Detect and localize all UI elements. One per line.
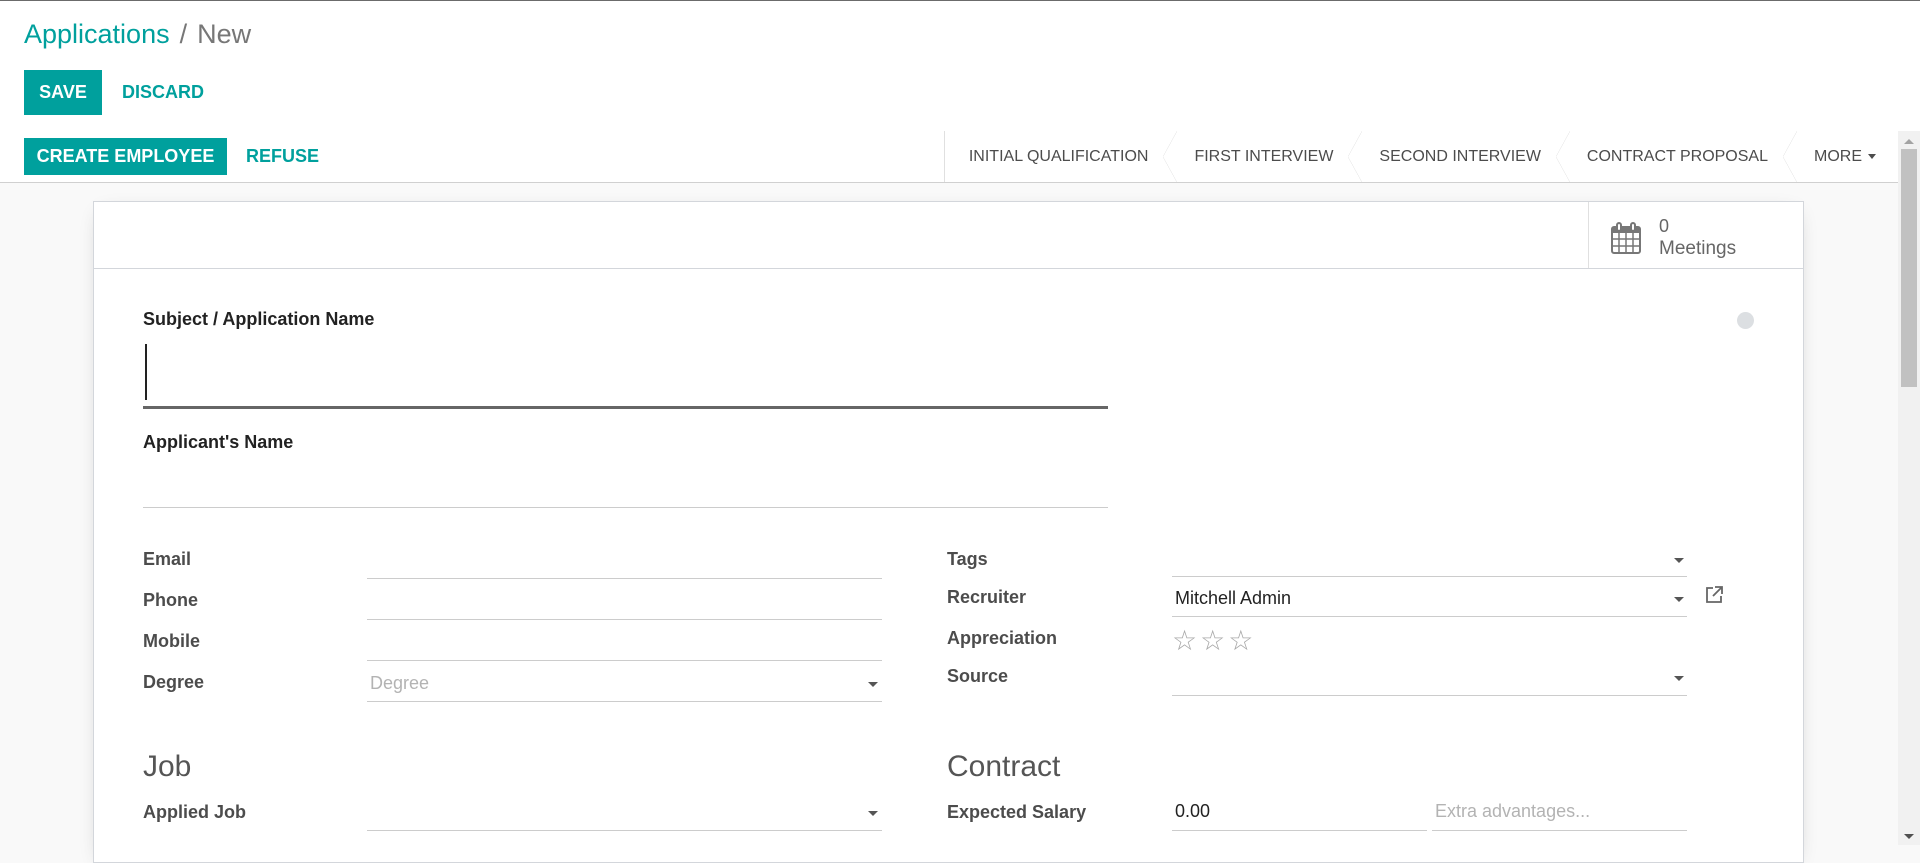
job-section-title: Job	[143, 750, 191, 784]
extra-advantages-input[interactable]	[1432, 793, 1687, 831]
applied-job-label: Applied Job	[143, 802, 246, 823]
more-label: MORE	[1814, 148, 1862, 166]
breadcrumb-separator: /	[180, 19, 188, 49]
statusbar: CREATE EMPLOYEE REFUSE INITIAL QUALIFICA…	[0, 131, 1898, 183]
meetings-label: Meetings	[1659, 238, 1736, 260]
button-box: 0 Meetings	[94, 202, 1803, 269]
scroll-thumb[interactable]	[1901, 149, 1917, 387]
email-label: Email	[143, 549, 191, 570]
tags-label: Tags	[947, 549, 988, 570]
text-cursor	[145, 344, 147, 400]
subject-label: Subject / Application Name	[143, 309, 374, 330]
control-panel: Applications / New SAVE DISCARD	[0, 1, 1920, 132]
stage-pipeline: INITIAL QUALIFICATION FIRST INTERVIEW SE…	[944, 131, 1898, 182]
breadcrumb: Applications / New	[24, 19, 251, 50]
applicant-name-label: Applicant's Name	[143, 432, 293, 453]
expected-salary-label: Expected Salary	[947, 802, 1086, 823]
recruiter-caret-down-icon	[1674, 597, 1684, 602]
applied-job-caret-down-icon	[868, 811, 878, 816]
applied-job-select[interactable]	[367, 793, 882, 831]
save-button[interactable]: SAVE	[24, 70, 102, 115]
applicant-name-input[interactable]	[143, 464, 1108, 508]
appreciation-label: Appreciation	[947, 628, 1057, 649]
degree-caret-down-icon	[868, 682, 878, 687]
scroll-up-arrow-icon[interactable]	[1904, 139, 1914, 144]
breadcrumb-applications-link[interactable]: Applications	[24, 19, 170, 49]
breadcrumb-current: New	[197, 19, 251, 49]
expected-salary-input[interactable]	[1172, 793, 1427, 831]
star-2-icon[interactable]: ☆	[1200, 625, 1228, 656]
calendar-icon	[1611, 222, 1641, 254]
subject-input[interactable]	[143, 342, 1108, 409]
phone-input[interactable]	[367, 583, 882, 620]
mobile-label: Mobile	[143, 631, 200, 652]
stage-initial-qualification[interactable]: INITIAL QUALIFICATION	[945, 131, 1171, 182]
degree-label: Degree	[143, 672, 204, 693]
meetings-button[interactable]: 0 Meetings	[1588, 202, 1803, 268]
recruiter-select[interactable]	[1172, 580, 1687, 617]
source-caret-down-icon	[1674, 676, 1684, 681]
create-employee-button[interactable]: CREATE EMPLOYEE	[24, 138, 227, 175]
discard-button[interactable]: DISCARD	[112, 70, 214, 115]
appreciation-stars: ☆☆☆	[1172, 624, 1256, 657]
stage-more-dropdown[interactable]: MORE	[1790, 131, 1898, 182]
external-link-icon[interactable]	[1704, 585, 1724, 605]
contract-section-title: Contract	[947, 750, 1060, 784]
stage-first-interview[interactable]: FIRST INTERVIEW	[1170, 131, 1355, 182]
refuse-button[interactable]: REFUSE	[236, 138, 329, 175]
stage-contract-proposal[interactable]: CONTRACT PROPOSAL	[1563, 131, 1790, 182]
star-3-icon[interactable]: ☆	[1228, 625, 1256, 656]
kanban-state-indicator[interactable]	[1737, 312, 1754, 329]
stage-second-interview[interactable]: SECOND INTERVIEW	[1355, 131, 1563, 182]
recruiter-label: Recruiter	[947, 587, 1026, 608]
star-1-icon[interactable]: ☆	[1172, 625, 1200, 656]
email-input[interactable]	[367, 542, 882, 579]
mobile-input[interactable]	[367, 624, 882, 661]
phone-label: Phone	[143, 590, 198, 611]
caret-down-icon	[1868, 154, 1876, 159]
tags-select[interactable]	[1172, 540, 1687, 577]
source-select[interactable]	[1172, 659, 1687, 696]
form-sheet: 0 Meetings Subject / Application Name Ap…	[93, 201, 1804, 863]
degree-select[interactable]	[367, 665, 882, 702]
meetings-count: 0	[1659, 216, 1669, 237]
source-label: Source	[947, 666, 1008, 687]
tags-caret-down-icon	[1674, 558, 1684, 563]
vertical-scrollbar[interactable]	[1898, 131, 1920, 845]
scroll-down-arrow-icon[interactable]	[1904, 834, 1914, 839]
